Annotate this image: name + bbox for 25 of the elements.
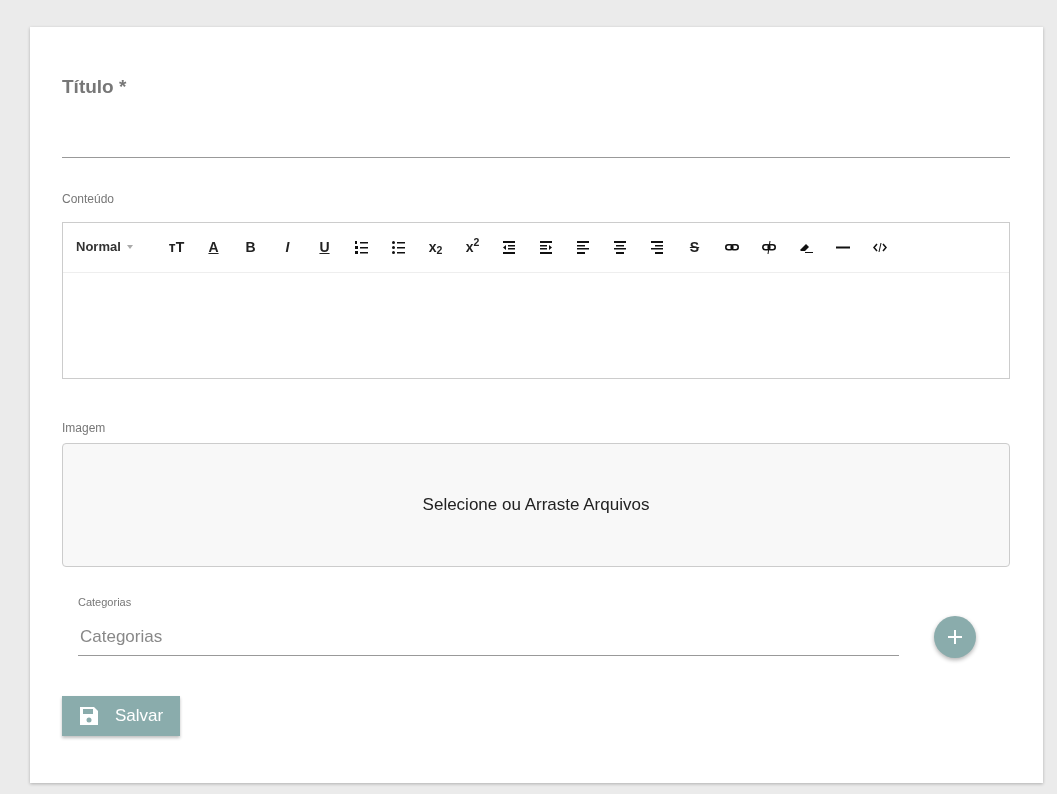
rich-text-editor[interactable]: Normal тT A B I U x$_{2}$ x$^{2}$ S (62, 221, 1010, 379)
align-left-icon[interactable] (576, 239, 591, 255)
format-dropdown[interactable]: Normal (76, 237, 158, 257)
ordered-list-icon[interactable] (354, 239, 369, 255)
field-label: Título * (62, 75, 128, 99)
file-dropzone[interactable]: Selecione ou Arraste Arquivos (62, 442, 1010, 567)
align-center-icon[interactable] (613, 239, 628, 255)
field-label: Imagem (62, 419, 107, 437)
field-label: Conteúdo (62, 190, 116, 208)
bullet-list-icon[interactable] (391, 239, 406, 255)
plus-icon (947, 629, 963, 645)
align-right-icon[interactable] (650, 239, 665, 255)
font-size-button[interactable]: тT (158, 235, 195, 259)
bold-button[interactable]: B (232, 235, 269, 259)
caret-icon (126, 245, 133, 249)
strikethrough-button[interactable]: S (676, 235, 713, 259)
field-label: Categorias (78, 594, 133, 610)
text-color-button[interactable]: A (195, 235, 232, 259)
underline-button[interactable]: U (306, 235, 343, 259)
indent-icon[interactable] (539, 239, 554, 255)
italic-button[interactable]: I (269, 235, 306, 259)
outdent-icon[interactable] (502, 239, 517, 255)
unlink-icon[interactable] (761, 239, 776, 255)
superscript-button[interactable]: x$^{2}$ (454, 235, 491, 259)
subscript-button[interactable]: x$_{2}$ (417, 235, 454, 259)
